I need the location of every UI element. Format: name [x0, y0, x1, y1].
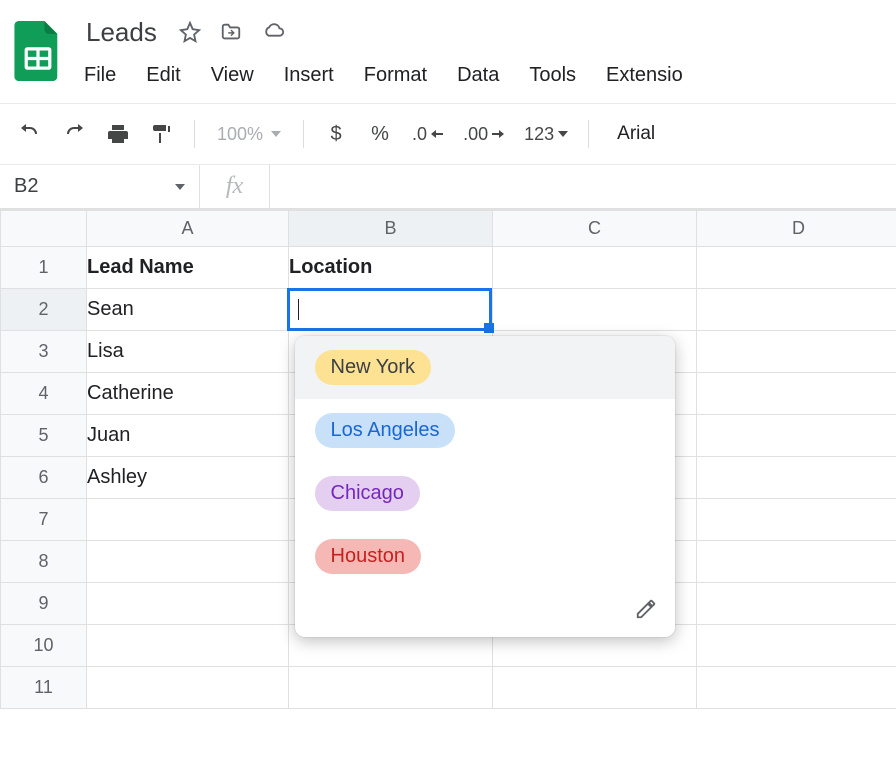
- format-currency-button[interactable]: $: [318, 116, 354, 152]
- name-box-value: B2: [14, 175, 38, 198]
- more-formats-button[interactable]: 123: [518, 124, 574, 145]
- cell-A1[interactable]: Lead Name: [87, 247, 289, 289]
- cell-D7[interactable]: [697, 499, 896, 541]
- cell-D9[interactable]: [697, 583, 896, 625]
- zoom-select[interactable]: 100%: [209, 124, 289, 145]
- cell-A4[interactable]: Catherine: [87, 373, 289, 415]
- sheets-logo[interactable]: [12, 16, 64, 86]
- format-percent-button[interactable]: %: [362, 116, 398, 152]
- cell-A9[interactable]: [87, 583, 289, 625]
- row-header-11[interactable]: 11: [1, 667, 87, 709]
- cell-A8[interactable]: [87, 541, 289, 583]
- move-icon[interactable]: [219, 21, 243, 43]
- data-validation-dropdown[interactable]: New York Los Angeles Chicago Houston: [295, 336, 675, 637]
- row-header-3[interactable]: 3: [1, 331, 87, 373]
- undo-button[interactable]: [12, 116, 48, 152]
- chevron-down-icon: [271, 131, 281, 137]
- cell-D1[interactable]: [697, 247, 896, 289]
- cell-A7[interactable]: [87, 499, 289, 541]
- decrease-decimal-button[interactable]: .0: [406, 124, 449, 145]
- column-header-C[interactable]: C: [493, 211, 697, 247]
- row-header-1[interactable]: 1: [1, 247, 87, 289]
- cell-A5[interactable]: Juan: [87, 415, 289, 457]
- menu-file[interactable]: File: [80, 58, 130, 93]
- menu-edit[interactable]: Edit: [132, 58, 194, 93]
- increase-decimal-button[interactable]: .00: [457, 124, 510, 145]
- name-box[interactable]: B2: [0, 165, 200, 208]
- dropdown-option[interactable]: Chicago: [295, 462, 675, 525]
- cell-A3[interactable]: Lisa: [87, 331, 289, 373]
- row-header-5[interactable]: 5: [1, 415, 87, 457]
- cell-B11[interactable]: [289, 667, 493, 709]
- row-header-10[interactable]: 10: [1, 625, 87, 667]
- spreadsheet-grid[interactable]: A B C D 1 Lead Name Location 2 Sean: [0, 209, 896, 709]
- cell-B1[interactable]: Location: [289, 247, 493, 289]
- cell-C2[interactable]: [493, 289, 697, 331]
- dropdown-option[interactable]: Los Angeles: [295, 399, 675, 462]
- star-icon[interactable]: [179, 21, 201, 43]
- row-header-4[interactable]: 4: [1, 373, 87, 415]
- row-header-2[interactable]: 2: [1, 289, 87, 331]
- dropdown-option[interactable]: Houston: [295, 525, 675, 588]
- dropdown-chip: New York: [315, 350, 432, 385]
- dropdown-chip: Chicago: [315, 476, 420, 511]
- dropdown-chip: Houston: [315, 539, 422, 574]
- chevron-down-icon: [175, 184, 185, 190]
- row-header-7[interactable]: 7: [1, 499, 87, 541]
- row-header-8[interactable]: 8: [1, 541, 87, 583]
- cell-C11[interactable]: [493, 667, 697, 709]
- cell-A11[interactable]: [87, 667, 289, 709]
- toolbar: 100% $ % .0 .00 123 Arial: [12, 112, 884, 156]
- menu-tools[interactable]: Tools: [515, 58, 590, 93]
- document-title[interactable]: Leads: [80, 15, 163, 50]
- paint-format-button[interactable]: [144, 116, 180, 152]
- cloud-status-icon[interactable]: [261, 21, 287, 43]
- dropdown-option[interactable]: New York: [295, 336, 675, 399]
- cell-D2[interactable]: [697, 289, 896, 331]
- chevron-down-icon: [558, 131, 568, 137]
- cell-A2[interactable]: Sean: [87, 289, 289, 331]
- menu-insert[interactable]: Insert: [270, 58, 348, 93]
- column-header-D[interactable]: D: [697, 211, 896, 247]
- cell-C1[interactable]: [493, 247, 697, 289]
- column-header-B[interactable]: B: [289, 211, 493, 247]
- menu-view[interactable]: View: [197, 58, 268, 93]
- dropdown-chip: Los Angeles: [315, 413, 456, 448]
- cell-D8[interactable]: [697, 541, 896, 583]
- cell-D6[interactable]: [697, 457, 896, 499]
- formula-input[interactable]: [270, 165, 896, 208]
- edit-dropdown-icon[interactable]: [635, 598, 657, 623]
- menu-format[interactable]: Format: [350, 58, 441, 93]
- cell-A10[interactable]: [87, 625, 289, 667]
- column-header-A[interactable]: A: [87, 211, 289, 247]
- row-header-9[interactable]: 9: [1, 583, 87, 625]
- print-button[interactable]: [100, 116, 136, 152]
- redo-button[interactable]: [56, 116, 92, 152]
- font-select[interactable]: Arial: [603, 123, 669, 145]
- menu-data[interactable]: Data: [443, 58, 513, 93]
- cell-D3[interactable]: [697, 331, 896, 373]
- cell-D10[interactable]: [697, 625, 896, 667]
- fx-label: fx: [200, 165, 270, 208]
- cell-D5[interactable]: [697, 415, 896, 457]
- select-all-corner[interactable]: [1, 211, 87, 247]
- cell-D4[interactable]: [697, 373, 896, 415]
- menu-bar: File Edit View Insert Format Data Tools …: [80, 58, 884, 93]
- zoom-value: 100%: [217, 124, 263, 145]
- cell-B2[interactable]: [289, 289, 493, 331]
- menu-extensions[interactable]: Extensio: [592, 58, 697, 93]
- cell-D11[interactable]: [697, 667, 896, 709]
- cell-A6[interactable]: Ashley: [87, 457, 289, 499]
- row-header-6[interactable]: 6: [1, 457, 87, 499]
